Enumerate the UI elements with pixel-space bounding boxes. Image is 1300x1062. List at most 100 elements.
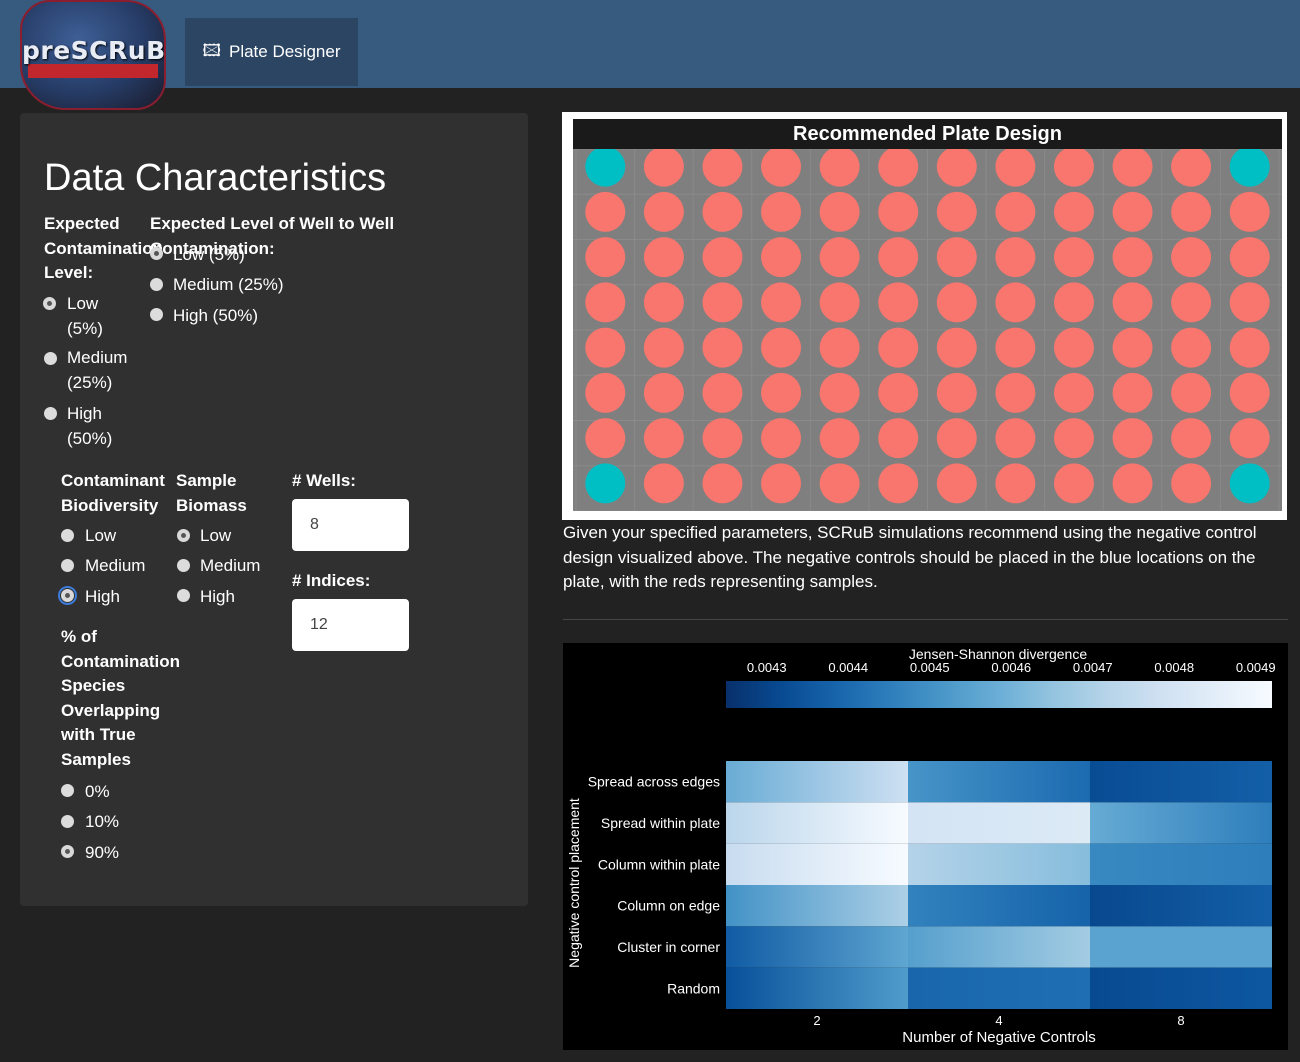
radio-overlap-0[interactable] bbox=[61, 784, 74, 797]
radio-biodiversity-low[interactable] bbox=[61, 529, 74, 542]
sample-well bbox=[1229, 191, 1270, 232]
tab-plate-designer[interactable]: 🖾 Plate Designer bbox=[185, 18, 358, 86]
indices-input[interactable]: 12 bbox=[292, 599, 409, 651]
radio-biomass-medium[interactable] bbox=[177, 559, 190, 572]
sample-well bbox=[1112, 418, 1153, 459]
radio-contamination-medium[interactable] bbox=[44, 352, 57, 365]
sample-well bbox=[995, 327, 1036, 368]
expected-contamination-label: Expected Contamination Level: bbox=[44, 214, 163, 282]
biomass-label: Sample Biomass bbox=[176, 471, 247, 515]
sample-well bbox=[1112, 237, 1153, 278]
sample-well bbox=[761, 149, 802, 187]
sample-well bbox=[702, 149, 743, 187]
radio-biomass-low-label: Low bbox=[200, 526, 232, 545]
divider bbox=[563, 619, 1288, 620]
sample-well bbox=[585, 282, 626, 323]
sample-well bbox=[1229, 282, 1270, 323]
sample-well bbox=[936, 327, 977, 368]
radio-biodiversity-medium-label: Medium bbox=[85, 556, 146, 575]
sample-well bbox=[936, 149, 977, 187]
radio-w2w-high[interactable] bbox=[150, 308, 163, 321]
data-characteristics-panel: Data Characteristics Expected Contaminat… bbox=[20, 113, 528, 906]
heatmap-cell bbox=[726, 885, 908, 927]
colorbar-tick-label: 0.0048 bbox=[1154, 660, 1194, 675]
sample-well bbox=[1112, 149, 1153, 187]
sample-well bbox=[819, 191, 860, 232]
radio-overlap-10[interactable] bbox=[61, 815, 74, 828]
sample-well bbox=[878, 191, 919, 232]
heatmap-cell bbox=[1090, 885, 1272, 927]
heatmap-cell bbox=[726, 967, 908, 1009]
sample-well bbox=[1053, 191, 1094, 232]
y-tick-label: Random bbox=[667, 980, 720, 996]
indices-label: # Indices: bbox=[292, 571, 371, 590]
image-frame-icon: 🖾 bbox=[202, 40, 221, 60]
tab-plate-designer-label: Plate Designer bbox=[228, 42, 341, 61]
x-tick-label: 2 bbox=[813, 1013, 820, 1028]
sample-well bbox=[1171, 372, 1212, 413]
sample-well bbox=[702, 418, 743, 459]
sample-well bbox=[936, 463, 977, 504]
sample-well bbox=[643, 418, 684, 459]
sample-well bbox=[995, 463, 1036, 504]
radio-biomass-low[interactable] bbox=[177, 529, 190, 542]
sample-well bbox=[1171, 191, 1212, 232]
radio-w2w-medium[interactable] bbox=[150, 278, 163, 291]
radio-contamination-low-label: Low (5%) bbox=[67, 294, 103, 338]
sample-well bbox=[702, 327, 743, 368]
y-tick-label: Cluster in corner bbox=[617, 939, 720, 955]
app-logo[interactable]: preSCRuB bbox=[20, 0, 166, 110]
sample-well bbox=[1053, 237, 1094, 278]
heatmap-cell bbox=[1090, 802, 1272, 844]
sample-well bbox=[936, 282, 977, 323]
radio-contamination-low[interactable] bbox=[43, 297, 56, 310]
sample-well bbox=[643, 149, 684, 187]
sample-well bbox=[1229, 372, 1270, 413]
sample-well bbox=[995, 237, 1036, 278]
radio-biodiversity-high[interactable] bbox=[58, 586, 77, 605]
heatmap-cell bbox=[726, 761, 908, 803]
logo-stripe bbox=[28, 64, 158, 78]
sample-well bbox=[878, 372, 919, 413]
sample-well bbox=[1171, 327, 1212, 368]
radio-contamination-high-label: High (50%) bbox=[67, 404, 113, 448]
sample-well bbox=[995, 418, 1036, 459]
x-axis-label: Number of Negative Controls bbox=[902, 1029, 1095, 1046]
radio-overlap-90[interactable] bbox=[61, 845, 74, 858]
radio-w2w-low-label: Low (5%) bbox=[173, 245, 245, 264]
control-well bbox=[1229, 463, 1270, 504]
radio-biodiversity-medium[interactable] bbox=[61, 559, 74, 572]
heatmap-chart: Jensen-Shannon divergence0.0043 0.0044 0.0… bbox=[566, 646, 1276, 1046]
colorbar-tick-label: 0.0043 bbox=[747, 660, 787, 675]
heatmap-figure: Jensen-Shannon divergence 0.0043 0.0044 0.0… bbox=[563, 643, 1288, 1050]
overlap-label: % of Contamination Species Overlapping w… bbox=[61, 627, 180, 769]
sample-well bbox=[761, 191, 802, 232]
logo-text: preSCRuB bbox=[22, 36, 166, 65]
sample-well bbox=[1171, 418, 1212, 459]
sample-well bbox=[1112, 282, 1153, 323]
radio-biomass-medium-label: Medium bbox=[200, 556, 261, 575]
wells-input[interactable]: 8 bbox=[292, 499, 409, 551]
heatmap-cell bbox=[908, 885, 1090, 927]
heatmap-cell bbox=[1090, 843, 1272, 885]
sample-well bbox=[878, 418, 919, 459]
y-axis-label: Negative control placement bbox=[566, 798, 582, 968]
radio-contamination-high[interactable] bbox=[44, 407, 57, 420]
heatmap-cell bbox=[1090, 926, 1272, 968]
sample-well bbox=[819, 237, 860, 278]
sample-well bbox=[1171, 237, 1212, 278]
radio-overlap-10-label: 10% bbox=[85, 812, 120, 831]
sample-well bbox=[1053, 149, 1094, 187]
radio-biomass-high[interactable] bbox=[177, 589, 190, 602]
sample-well bbox=[761, 237, 802, 278]
plate-grid bbox=[573, 149, 1282, 511]
plate-panel: Recommended Plate Design bbox=[573, 119, 1282, 511]
sample-well bbox=[819, 149, 860, 187]
sample-well bbox=[995, 372, 1036, 413]
radio-w2w-low[interactable] bbox=[150, 247, 163, 260]
radio-contamination-medium-label: Medium (25%) bbox=[67, 348, 128, 392]
plate-title: Recommended Plate Design bbox=[573, 119, 1282, 149]
y-tick-label: Spread across edges bbox=[588, 774, 720, 790]
sample-well bbox=[1112, 372, 1153, 413]
sample-well bbox=[1053, 372, 1094, 413]
